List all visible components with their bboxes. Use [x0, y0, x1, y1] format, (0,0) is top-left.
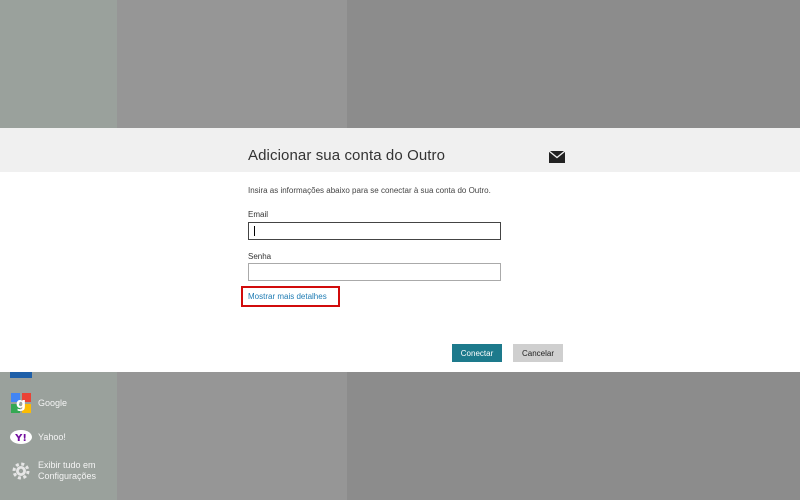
- svg-text:g: g: [16, 396, 26, 412]
- email-label: Email: [248, 210, 269, 219]
- screen: g Google Y! Yahoo! Exibir tudo em Config…: [0, 0, 800, 500]
- dialog-instructions: Insira as informações abaixo para se con…: [248, 186, 491, 195]
- yahoo-icon: Y!: [10, 426, 32, 448]
- email-field[interactable]: [249, 225, 500, 241]
- account-label-google: Google: [38, 398, 68, 408]
- account-provider-list: g Google Y! Yahoo! Exibir tudo em Config…: [0, 366, 117, 500]
- password-label: Senha: [248, 252, 272, 261]
- show-more-details-link[interactable]: Mostrar mais detalhes: [248, 292, 327, 301]
- cancel-button[interactable]: Cancelar: [513, 344, 563, 362]
- account-label-settings-line2: Configurações: [38, 471, 97, 481]
- account-item-settings[interactable]: Exibir tudo em Configurações: [10, 460, 96, 482]
- dialog-title: Adicionar sua conta do Outro: [248, 147, 446, 164]
- text-caret: [254, 226, 255, 236]
- svg-text:Y!: Y!: [14, 433, 27, 444]
- password-field-container: [248, 263, 501, 282]
- password-field[interactable]: [249, 266, 500, 282]
- connect-button[interactable]: Conectar: [452, 344, 502, 362]
- account-item-google[interactable]: g Google: [10, 392, 67, 414]
- email-field-container: [248, 222, 501, 241]
- add-account-dialog: Adicionar sua conta do Outro Insira as i…: [0, 128, 800, 372]
- mail-icon: [548, 150, 566, 163]
- google-icon: g: [10, 392, 32, 414]
- account-label-settings: Exibir tudo em Configurações: [38, 460, 96, 482]
- account-item-yahoo[interactable]: Y! Yahoo!: [10, 426, 66, 448]
- account-label-yahoo: Yahoo!: [38, 432, 66, 442]
- account-label-settings-line1: Exibir tudo em: [38, 460, 96, 470]
- gear-icon: [10, 460, 32, 482]
